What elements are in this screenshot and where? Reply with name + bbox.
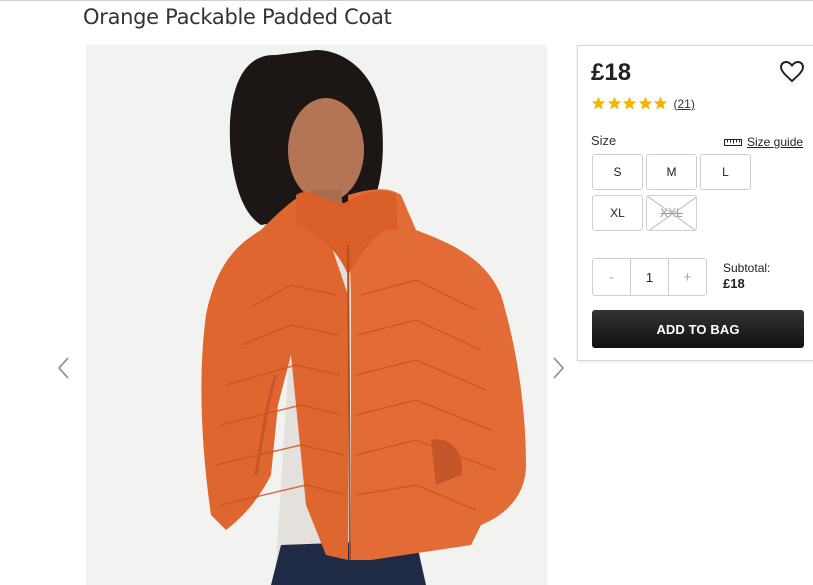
size-option-m[interactable]: M xyxy=(646,154,697,190)
star-icon xyxy=(653,96,668,110)
product-photo xyxy=(86,45,547,585)
size-guide-link[interactable]: Size guide xyxy=(724,135,803,149)
star-icon xyxy=(607,96,621,110)
quantity-decrease-button[interactable]: - xyxy=(593,259,630,295)
star-icon xyxy=(591,96,606,110)
size-label: Size xyxy=(591,133,617,148)
subtotal-label: Subtotal: xyxy=(723,261,771,275)
product-image xyxy=(86,45,547,585)
subtotal: Subtotal: £18 xyxy=(723,261,770,291)
size-option-l[interactable]: L xyxy=(700,154,751,190)
ruler-icon xyxy=(724,138,742,146)
gallery-prev-button[interactable] xyxy=(55,355,73,381)
chevron-right-icon xyxy=(553,357,565,379)
quantity-increase-button[interactable]: + xyxy=(669,259,706,295)
subtotal-value: £18 xyxy=(723,276,745,291)
quantity-stepper: - + xyxy=(592,258,707,296)
size-option-xxl[interactable]: XXL xyxy=(646,195,697,231)
chevron-left-icon xyxy=(57,357,69,379)
unavailable-cross-icon xyxy=(647,196,696,230)
product-price: £18 xyxy=(591,59,632,86)
size-guide-label: Size guide xyxy=(747,135,804,149)
star-icon xyxy=(622,96,637,110)
size-option-s[interactable]: S xyxy=(592,154,643,190)
gallery-next-button[interactable] xyxy=(549,355,567,381)
top-divider xyxy=(0,0,813,1)
quantity-input[interactable] xyxy=(630,259,669,295)
size-option-xl[interactable]: XL xyxy=(592,195,643,231)
star-icon xyxy=(638,96,652,110)
purchase-panel: £18 (21) Size Size guide S M L XL XXL - … xyxy=(577,45,813,361)
add-to-bag-button[interactable]: ADD TO BAG xyxy=(592,310,804,348)
rating: (21) xyxy=(591,96,695,111)
heart-icon xyxy=(779,60,805,83)
review-count-link[interactable]: (21) xyxy=(674,97,695,111)
wishlist-button[interactable] xyxy=(779,60,805,84)
product-title: Orange Packable Padded Coat xyxy=(83,5,392,29)
